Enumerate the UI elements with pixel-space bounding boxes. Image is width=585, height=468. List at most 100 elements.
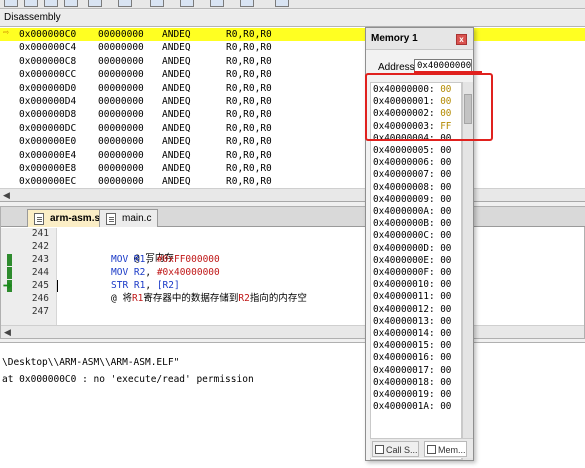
disassembly-row[interactable]: 0x000000C8 00000000 ANDEQ R0,R0,R0 <box>0 55 585 68</box>
memory-value[interactable]: 00 <box>440 316 451 327</box>
memory-value[interactable]: 00 <box>440 328 451 339</box>
toolbar-button-3[interactable] <box>44 0 58 7</box>
disassembly-row[interactable]: 0x000000D8 00000000 ANDEQ R0,R0,R0 <box>0 108 585 121</box>
memory-row[interactable]: 0x40000016: 00 <box>373 352 451 364</box>
memory-row[interactable]: 0x4000000F: 00 <box>373 267 451 279</box>
memory-address: 0x40000012: <box>373 303 435 315</box>
memory-row[interactable]: 0x40000013: 00 <box>373 316 451 328</box>
memory-value[interactable]: 00 <box>440 218 451 229</box>
memory-value[interactable]: 00 <box>440 352 451 363</box>
tab-main-c[interactable]: main.c <box>99 209 159 227</box>
close-icon[interactable]: x <box>456 34 467 45</box>
memory-row[interactable]: 0x40000009: 00 <box>373 194 451 206</box>
memory-row[interactable]: 0x40000018: 00 <box>373 377 451 389</box>
memory-value[interactable]: 00 <box>440 377 451 388</box>
memory-value[interactable]: 00 <box>440 340 451 351</box>
memory-row[interactable]: 0x40000007: 00 <box>373 169 451 181</box>
memory-value[interactable]: 00 <box>440 169 451 180</box>
text-cursor <box>57 280 58 292</box>
toolbar-button-4[interactable] <box>64 0 78 7</box>
disassembly-operands: R0,R0,R0 <box>226 82 272 94</box>
disassembly-row[interactable]: 0x000000DC 00000000 ANDEQ R0,R0,R0 <box>0 122 585 135</box>
memory-value[interactable]: 00 <box>440 96 451 107</box>
code-line-243[interactable]: MOV R1, #0xFF000000 <box>111 254 220 266</box>
disassembly-mnemonic: ANDEQ <box>162 136 191 148</box>
memory-vertical-scrollbar[interactable] <box>462 82 473 460</box>
toolbar-button-8[interactable] <box>180 0 194 7</box>
memory-value[interactable]: 00 <box>440 145 451 156</box>
toolbar-button-7[interactable] <box>150 0 164 7</box>
memory-row[interactable]: 0x4000000A: 00 <box>373 206 451 218</box>
memory-value[interactable]: 00 <box>440 133 451 144</box>
toolbar-button-5[interactable] <box>88 0 102 7</box>
close-toolbar-icon[interactable] <box>275 0 289 7</box>
memory-row[interactable]: 0x40000006: 00 <box>373 157 451 169</box>
memory-row[interactable]: 0x40000011: 00 <box>373 291 451 303</box>
memory-row[interactable]: 0x40000000: 00 <box>373 84 451 96</box>
editor-horizontal-scrollbar[interactable]: ◀ <box>1 325 584 338</box>
tab-memory[interactable]: Mem... <box>424 441 467 457</box>
memory-value[interactable]: 00 <box>440 389 451 400</box>
disassembly-row-current[interactable]: ⇨ 0x000000C0 00000000 ANDEQ R0,R0,R0 <box>0 28 585 42</box>
disassembly-row[interactable]: 0x000000E0 00000000 ANDEQ R0,R0,R0 <box>0 135 585 148</box>
memory-value[interactable]: 00 <box>440 157 451 168</box>
disassembly-row[interactable]: 0x000000CC 00000000 ANDEQ R0,R0,R0 <box>0 68 585 81</box>
disassembly-row[interactable]: 0x000000E8 00000000 ANDEQ R0,R0,R0 <box>0 162 585 175</box>
memory-row[interactable]: 0x40000004: 00 <box>373 133 451 145</box>
memory-value[interactable]: 00 <box>440 304 451 315</box>
toolbar-button-9[interactable] <box>210 0 224 7</box>
register: R2 <box>133 267 146 278</box>
memory-row[interactable]: 0x40000002: 00 <box>373 108 451 120</box>
code-line-245[interactable]: STR R1, [R2] <box>111 280 180 292</box>
memory-value[interactable]: 00 <box>440 230 451 241</box>
disassembly-row[interactable]: 0x000000C4 00000000 ANDEQ R0,R0,R0 <box>0 41 585 54</box>
toolbar-button-10[interactable] <box>240 0 254 7</box>
memory-value[interactable]: 00 <box>440 365 451 376</box>
scroll-thumb[interactable] <box>464 94 472 124</box>
memory-value[interactable]: 00 <box>440 243 451 254</box>
memory-row[interactable]: 0x40000019: 00 <box>373 389 451 401</box>
memory-row[interactable]: 0x40000014: 00 <box>373 328 451 340</box>
memory-row[interactable]: 0x40000001: 00 <box>373 96 451 108</box>
memory-value[interactable]: 00 <box>440 255 451 266</box>
memory-row[interactable]: 0x40000012: 00 <box>373 304 451 316</box>
scroll-left-icon[interactable]: ◀ <box>1 326 14 339</box>
memory-row[interactable]: 0x40000015: 00 <box>373 340 451 352</box>
memory-row[interactable]: 0x40000010: 00 <box>373 279 451 291</box>
memory-value[interactable]: 00 <box>440 206 451 217</box>
memory-row[interactable]: 0x4000001A: 00 <box>373 401 451 413</box>
code-line-242[interactable]: @ 写内存 <box>111 241 174 264</box>
disassembly-horizontal-scrollbar[interactable]: ◀ <box>0 188 585 201</box>
memory-value[interactable]: 00 <box>440 84 451 95</box>
toolbar-button-2[interactable] <box>24 0 38 7</box>
code-line-246[interactable]: @ 将R1寄存器中的数据存储到R2指向的内存空 <box>111 293 307 305</box>
disassembly-row[interactable]: 0x000000D4 00000000 ANDEQ R0,R0,R0 <box>0 95 585 108</box>
memory-row[interactable]: 0x40000003: FF <box>373 121 451 133</box>
code-line-244[interactable]: MOV R2, #0x40000000 <box>111 267 220 279</box>
memory-value[interactable]: 00 <box>440 108 451 119</box>
memory-grid[interactable]: 0x40000000: 00 0x40000001: 00 0x40000002: … <box>370 82 462 460</box>
memory-value[interactable]: 00 <box>440 182 451 193</box>
memory-row[interactable]: 0x40000005: 00 <box>373 145 451 157</box>
memory-row[interactable]: 0x4000000D: 00 <box>373 243 451 255</box>
tab-arm-asm[interactable]: arm-asm.s <box>27 209 108 227</box>
line-number-gutter[interactable]: 241 242 243 244 ➔ 245 246 247 <box>1 228 57 326</box>
toolbar-button-1[interactable] <box>4 0 18 7</box>
toolbar-button-6[interactable] <box>118 0 132 7</box>
disassembly-row[interactable]: 0x000000E4 00000000 ANDEQ R0,R0,R0 <box>0 149 585 162</box>
memory-row[interactable]: 0x4000000B: 00 <box>373 218 451 230</box>
scroll-left-icon[interactable]: ◀ <box>0 189 13 202</box>
memory-value[interactable]: 00 <box>440 194 451 205</box>
memory-value[interactable]: 00 <box>440 291 451 302</box>
memory-row[interactable]: 0x40000008: 00 <box>373 182 451 194</box>
memory-row[interactable]: 0x40000017: 00 <box>373 365 451 377</box>
disassembly-row[interactable]: 0x000000D0 00000000 ANDEQ R0,R0,R0 <box>0 82 585 95</box>
memory-value[interactable]: 00 <box>440 279 451 290</box>
memory-row[interactable]: 0x4000000E: 00 <box>373 255 451 267</box>
memory-value[interactable]: FF <box>440 121 451 132</box>
disassembly-row[interactable]: 0x000000EC 00000000 ANDEQ R0,R0,R0 <box>0 175 585 188</box>
memory-value[interactable]: 00 <box>440 267 451 278</box>
memory-row[interactable]: 0x4000000C: 00 <box>373 230 451 242</box>
memory-value[interactable]: 00 <box>440 401 451 412</box>
tab-call-stack[interactable]: Call S... <box>372 441 419 457</box>
